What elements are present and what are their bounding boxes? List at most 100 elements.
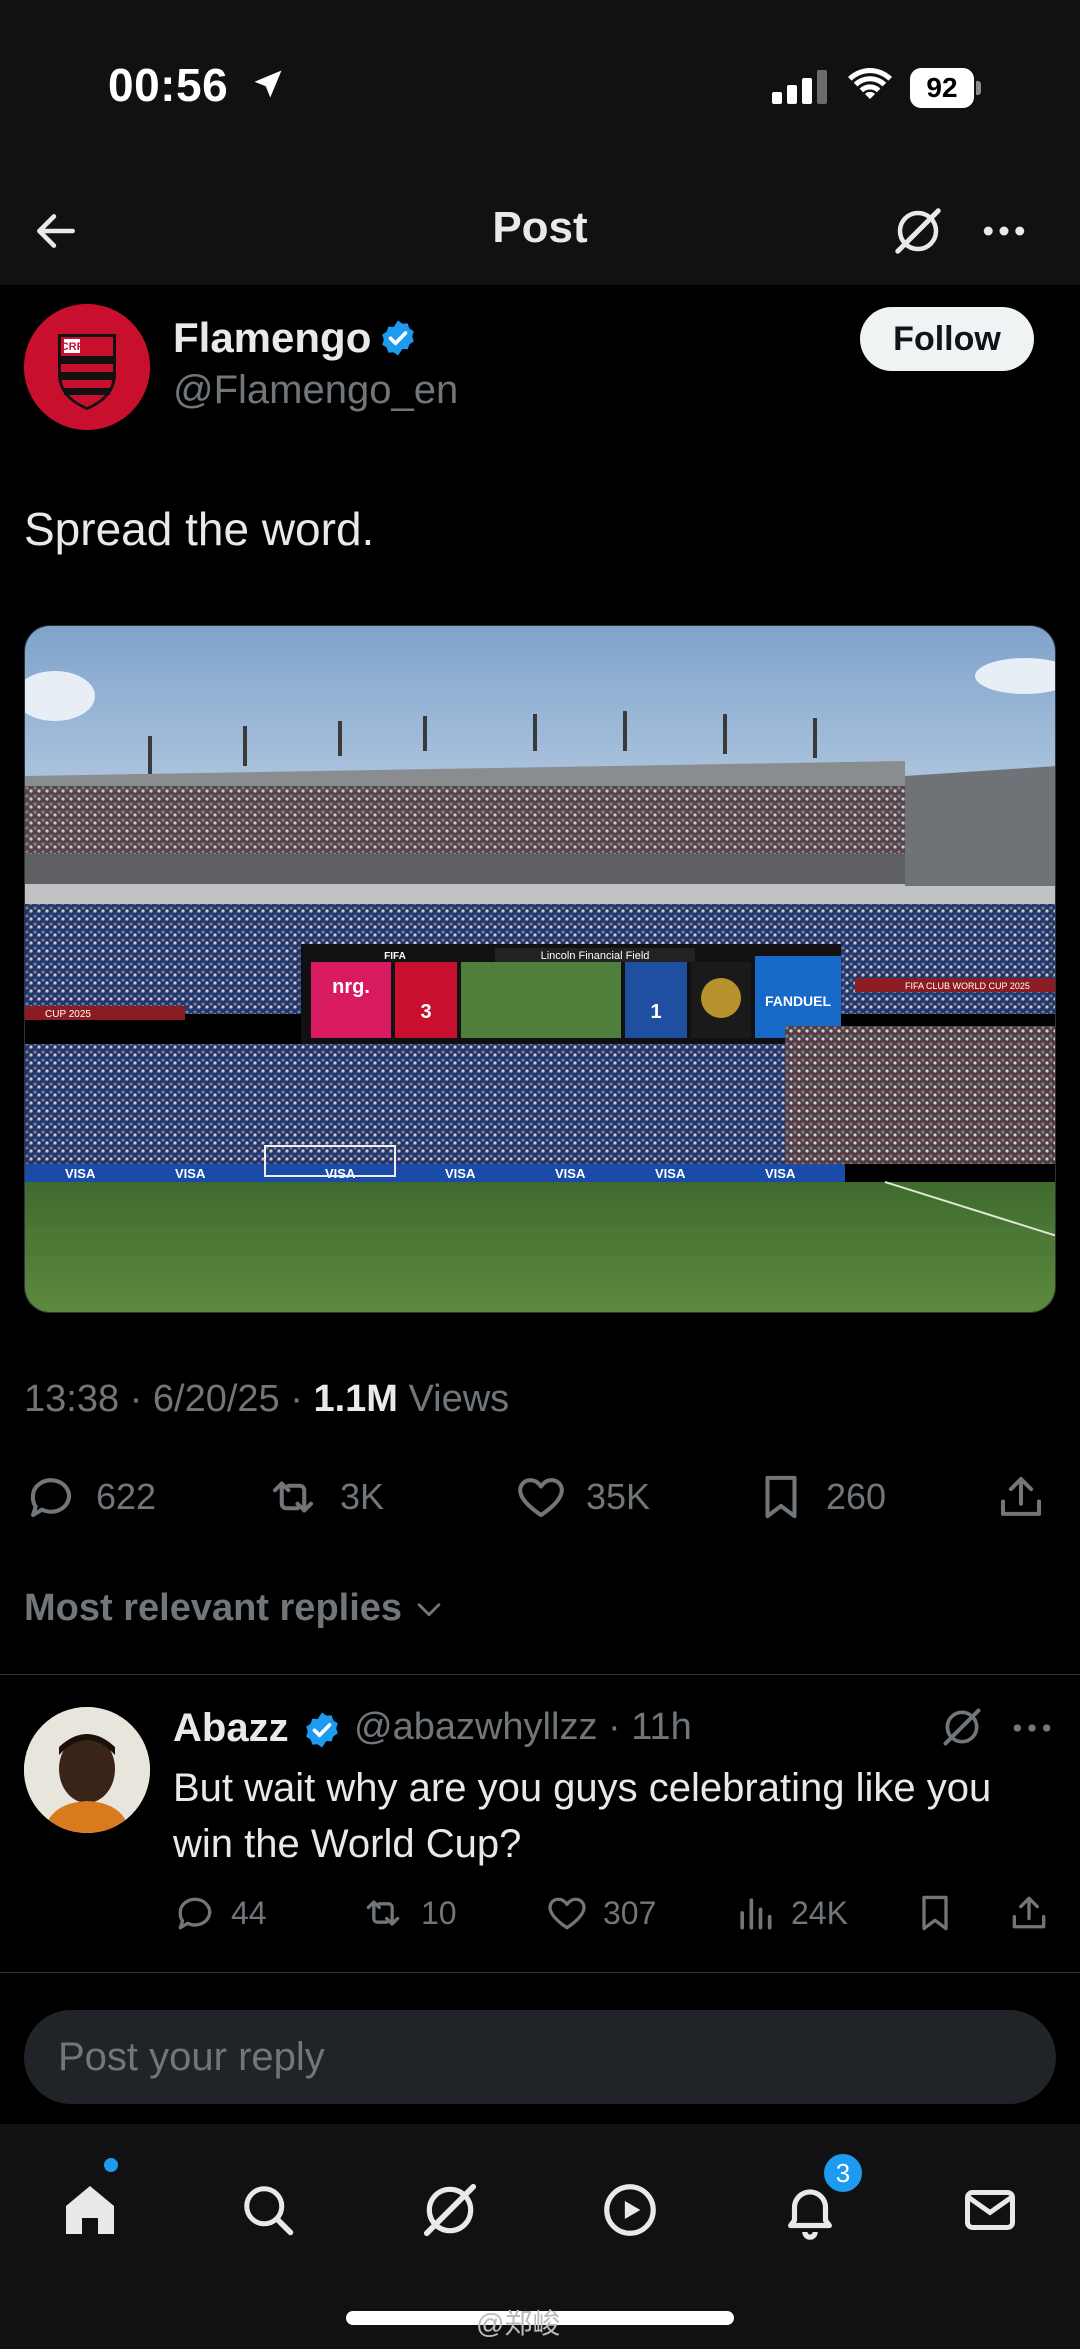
views-label[interactable]: Views xyxy=(409,1378,510,1420)
watermark: @郑峻 xyxy=(476,2302,560,2342)
play-circle-icon xyxy=(604,2184,656,2236)
ad-board-6: VISA xyxy=(655,1166,686,1181)
reply-bookmark-action[interactable] xyxy=(913,1885,957,1941)
reply-action[interactable]: 622 xyxy=(24,1465,156,1529)
reply-reply-count: 44 xyxy=(231,1894,267,1931)
home-unread-dot xyxy=(104,2158,118,2172)
chevron-down-icon xyxy=(417,1602,441,1616)
share-icon xyxy=(1000,1476,1042,1516)
battery-indicator: 92 xyxy=(910,68,982,108)
views-count: 1.1M xyxy=(313,1378,398,1420)
reply-text: But wait why are you guys celebrating li… xyxy=(173,1766,992,1866)
meta-separator: · xyxy=(290,1378,314,1420)
share-action[interactable] xyxy=(994,1465,1048,1529)
ad-board-2: VISA xyxy=(175,1166,206,1181)
scoreboard-venue: Lincoln Financial Field xyxy=(541,950,650,962)
repost-icon xyxy=(366,1900,400,1926)
divider xyxy=(0,1674,1080,1675)
ad-board-3: VISA xyxy=(325,1166,356,1181)
reply-count: 622 xyxy=(96,1476,157,1517)
reply-author-name[interactable]: Abazz xyxy=(173,1706,289,1751)
ribbon-right-text: FIFA CLUB WORLD CUP 2025 xyxy=(905,981,1030,991)
reply-handle-line: @abazwhyllzz · 11h xyxy=(354,1706,692,1749)
author-name[interactable]: Flamengo xyxy=(173,314,371,362)
reply-like-count: 307 xyxy=(603,1894,657,1931)
grok-icon[interactable] xyxy=(940,1705,984,1749)
reply-time: 11h xyxy=(631,1706,692,1748)
grok-icon xyxy=(423,2183,477,2237)
more-options-button[interactable] xyxy=(972,199,1036,263)
reply-share-action[interactable] xyxy=(1007,1885,1051,1941)
home-icon xyxy=(66,2186,114,2234)
verified-badge-icon xyxy=(382,320,414,356)
tab-search[interactable] xyxy=(218,2160,318,2260)
tab-home[interactable] xyxy=(40,2160,140,2260)
ribbon-left-text: CUP 2025 xyxy=(45,1009,91,1020)
like-action[interactable]: 35K xyxy=(514,1465,650,1529)
reply-like-action[interactable]: 307 xyxy=(545,1885,656,1941)
more-horizontal-icon[interactable] xyxy=(1010,1716,1054,1740)
bookmark-icon xyxy=(765,1475,797,1519)
svg-text:CRF: CRF xyxy=(61,341,84,353)
reply-icon xyxy=(178,1897,212,1930)
reply-avatar[interactable] xyxy=(24,1707,150,1833)
flamengo-crest-icon: CRF xyxy=(24,304,150,430)
reply-reply-action[interactable]: 44 xyxy=(173,1885,267,1941)
post-time: 13:38 xyxy=(24,1378,120,1420)
reply-input[interactable] xyxy=(24,2010,1056,2104)
grok-button[interactable] xyxy=(886,199,950,263)
bookmark-action[interactable]: 260 xyxy=(754,1465,886,1529)
top-header: Post xyxy=(0,175,1080,285)
location-arrow-icon xyxy=(254,70,282,98)
wifi-icon xyxy=(848,68,892,99)
reply-action-bar: 44 10 307 24K xyxy=(173,1885,1053,1941)
replies-sort-dropdown[interactable]: Most relevant replies xyxy=(24,1587,446,1630)
battery-level: 92 xyxy=(910,68,974,108)
scoreboard-sponsor-right: FANDUEL xyxy=(765,993,832,1009)
repost-action[interactable]: 3K xyxy=(264,1465,384,1529)
stadium-photo: nrg. 3 1 FANDUEL Lincoln Financial Field… xyxy=(25,626,1055,1312)
post-meta: 13:38 · 6/20/25 · 1.1M Views xyxy=(24,1378,509,1421)
author-handle[interactable]: @Flamengo_en xyxy=(173,368,458,413)
tab-grok[interactable] xyxy=(400,2160,500,2260)
mail-icon xyxy=(965,2190,1015,2230)
reply-composer xyxy=(0,1982,1080,2122)
post-media-image[interactable]: nrg. 3 1 FANDUEL Lincoln Financial Field… xyxy=(24,625,1056,1313)
status-bar: 00:56 92 xyxy=(0,0,1080,175)
follow-button[interactable]: Follow xyxy=(860,307,1034,371)
post-text: Spread the word. xyxy=(24,503,375,555)
repost-count: 3K xyxy=(340,1476,385,1517)
post-date: 6/20/25 xyxy=(152,1378,280,1420)
meta-separator: · xyxy=(129,1378,153,1420)
reply-icon xyxy=(30,1478,72,1518)
heart-icon xyxy=(518,1478,564,1518)
ad-board-7: VISA xyxy=(765,1166,796,1181)
tab-messages[interactable] xyxy=(940,2160,1040,2260)
heart-icon xyxy=(548,1897,586,1930)
cellular-signal-icon xyxy=(772,70,827,104)
scoreboard-sponsor-left: nrg. xyxy=(332,976,370,998)
share-icon xyxy=(1012,1896,1046,1929)
more-horizontal-icon xyxy=(983,226,1025,236)
divider xyxy=(0,1972,1080,1973)
post-action-bar: 622 3K 35K 260 xyxy=(24,1465,1060,1529)
meta-separator: · xyxy=(597,1706,632,1748)
reply-views-count: 24K xyxy=(791,1894,848,1931)
reply-views-action[interactable]: 24K xyxy=(733,1885,848,1941)
author-avatar[interactable]: CRF xyxy=(24,304,150,430)
like-count: 35K xyxy=(586,1476,651,1517)
reply-author-handle[interactable]: @abazwhyllzz xyxy=(354,1706,597,1748)
bookmark-icon xyxy=(922,1895,948,1931)
views-analytics-icon xyxy=(740,1898,772,1930)
scoreboard-score-left: 3 xyxy=(420,1001,431,1023)
scoreboard-fifa: FIFA xyxy=(384,951,406,962)
watermark-text: @郑峻 xyxy=(476,2308,561,2339)
notifications-badge: 3 xyxy=(822,2152,864,2194)
ad-board-4: VISA xyxy=(445,1166,476,1181)
reply-avatar-image xyxy=(24,1707,150,1833)
tab-video[interactable] xyxy=(580,2160,680,2260)
reply-repost-action[interactable]: 10 xyxy=(359,1885,457,1941)
reply-repost-count: 10 xyxy=(421,1894,457,1931)
bookmark-count: 260 xyxy=(826,1476,887,1517)
repost-icon xyxy=(272,1481,314,1513)
